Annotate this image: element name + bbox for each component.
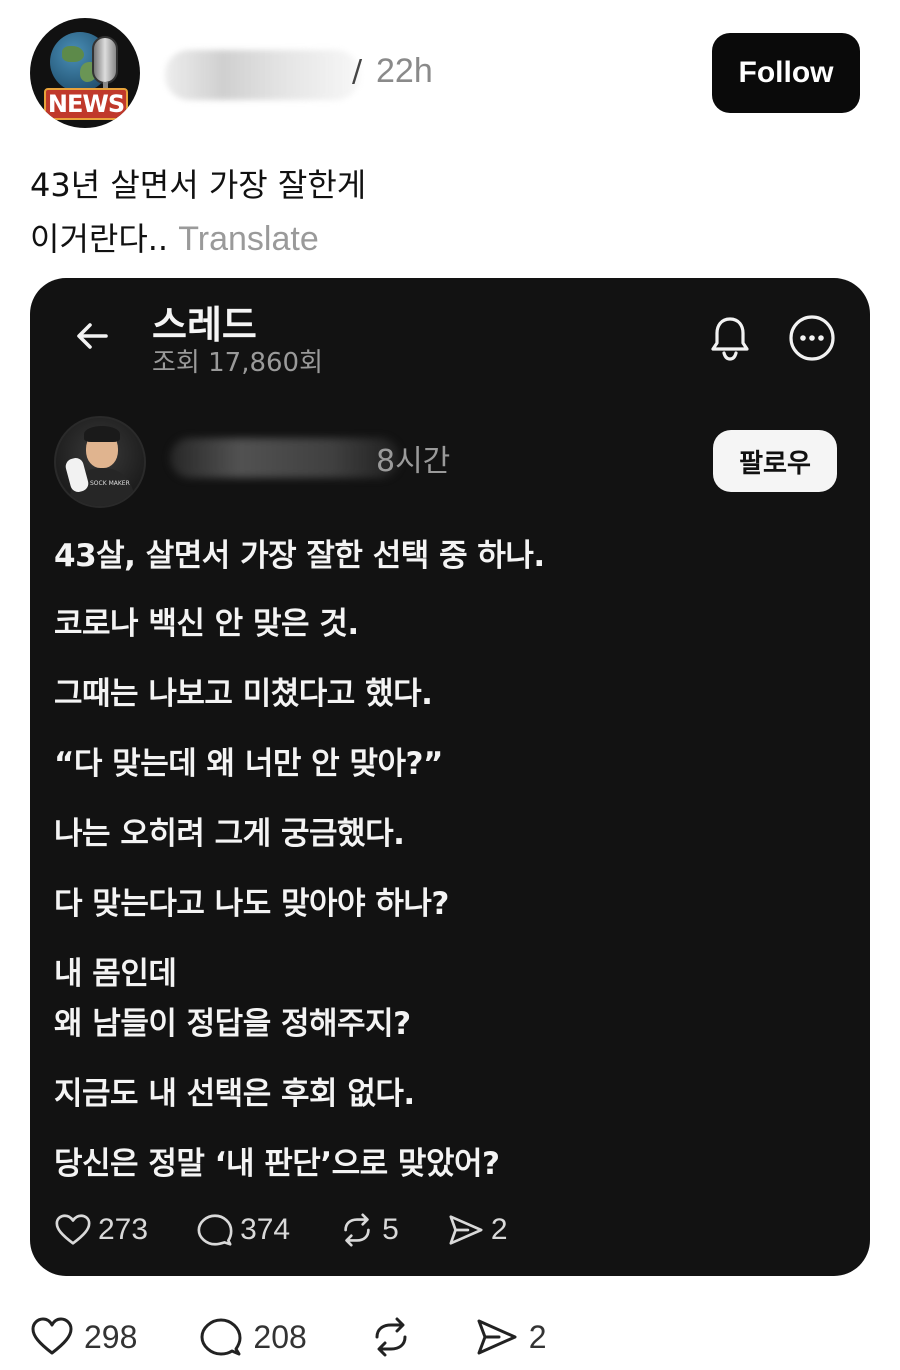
embedded-like-count: 273 — [98, 1213, 149, 1246]
microphone-icon — [92, 36, 118, 84]
blurred-author-name[interactable] — [170, 438, 400, 478]
arrow-left-icon — [77, 323, 108, 349]
heart-icon — [31, 1317, 73, 1355]
username-tail: / — [352, 54, 363, 89]
body-line-5: 나는 오히려 그게 궁금했다. — [54, 816, 405, 852]
embedded-like-button[interactable]: 273 — [54, 1211, 148, 1249]
like-button[interactable]: 298 — [30, 1315, 137, 1359]
thread-title: 스레드 — [152, 303, 257, 347]
caption-line-2: 이거란다.. — [30, 220, 169, 258]
comment-bubble-icon — [200, 1318, 242, 1356]
like-count: 298 — [84, 1318, 138, 1355]
body-line-9: 지금도 내 선택은 후회 없다. — [54, 1076, 415, 1112]
blurred-username[interactable] — [165, 50, 360, 100]
author-avatar[interactable]: SOCK MAKER — [54, 416, 146, 508]
embedded-comment-count: 374 — [240, 1213, 291, 1246]
embedded-comment-button[interactable]: 374 — [196, 1211, 290, 1249]
avatar-shirt-text: SOCK MAKER — [90, 480, 130, 487]
body-line-3: 그때는 나보고 미쳤다고 했다. — [54, 676, 433, 712]
post-action-bar: 298 208 2 — [30, 1314, 609, 1360]
comment-button[interactable]: 208 — [199, 1315, 307, 1359]
share-button[interactable]: 2 — [475, 1315, 547, 1359]
repost-button[interactable] — [369, 1315, 413, 1359]
embedded-screenshot-card[interactable]: 스레드 조회 17,860회 SOCK MAKER 8시간 팔로우 43살, 살… — [30, 278, 870, 1276]
embedded-share-count: 2 — [490, 1213, 508, 1246]
bell-icon — [711, 317, 749, 361]
body-line-10: 당신은 정말 ‘내 판단’으로 맞았어? — [54, 1146, 500, 1182]
comment-count: 208 — [253, 1318, 307, 1355]
embedded-follow-button[interactable]: 팔로우 — [713, 430, 837, 492]
caption-line-1: 43년 살면서 가장 잘한게 — [30, 166, 367, 204]
follow-button[interactable]: Follow — [712, 33, 860, 113]
repost-icon — [375, 1317, 407, 1357]
send-icon — [477, 1319, 517, 1355]
embedded-share-button[interactable]: 2 — [447, 1211, 508, 1249]
news-badge: NEWS — [44, 88, 128, 120]
body-line-8: 왜 남들이 정답을 정해주지? — [54, 1006, 411, 1042]
heart-icon — [55, 1214, 91, 1245]
embedded-action-bar: 273 374 5 2 — [54, 1210, 556, 1250]
send-icon — [449, 1215, 483, 1245]
embedded-repost-count: 5 — [382, 1213, 399, 1246]
repost-icon — [344, 1213, 370, 1247]
body-line-1: 43살, 살면서 가장 잘한 선택 중 하나. — [54, 538, 545, 574]
post-caption: 43년 살면서 가장 잘한게 이거란다.. Translate — [30, 158, 366, 266]
translate-link[interactable]: Translate — [178, 220, 318, 258]
channel-avatar[interactable]: NEWS — [30, 18, 140, 128]
body-line-7: 내 몸인데 — [54, 956, 177, 992]
comment-bubble-icon — [197, 1214, 233, 1246]
share-count: 2 — [528, 1318, 547, 1355]
body-line-2: 코로나 백신 안 맞은 것. — [54, 606, 359, 642]
post-time: 22h — [376, 52, 433, 90]
body-line-6: 다 맞는다고 나도 맞아야 하나? — [54, 886, 449, 922]
author-time: 8시간 — [376, 444, 451, 479]
more-circle-icon — [789, 315, 835, 361]
body-line-4: “다 맞는데 왜 너만 안 맞아?” — [54, 746, 443, 782]
view-count: 조회 17,860회 — [152, 348, 323, 378]
embedded-repost-button[interactable]: 5 — [338, 1211, 399, 1249]
